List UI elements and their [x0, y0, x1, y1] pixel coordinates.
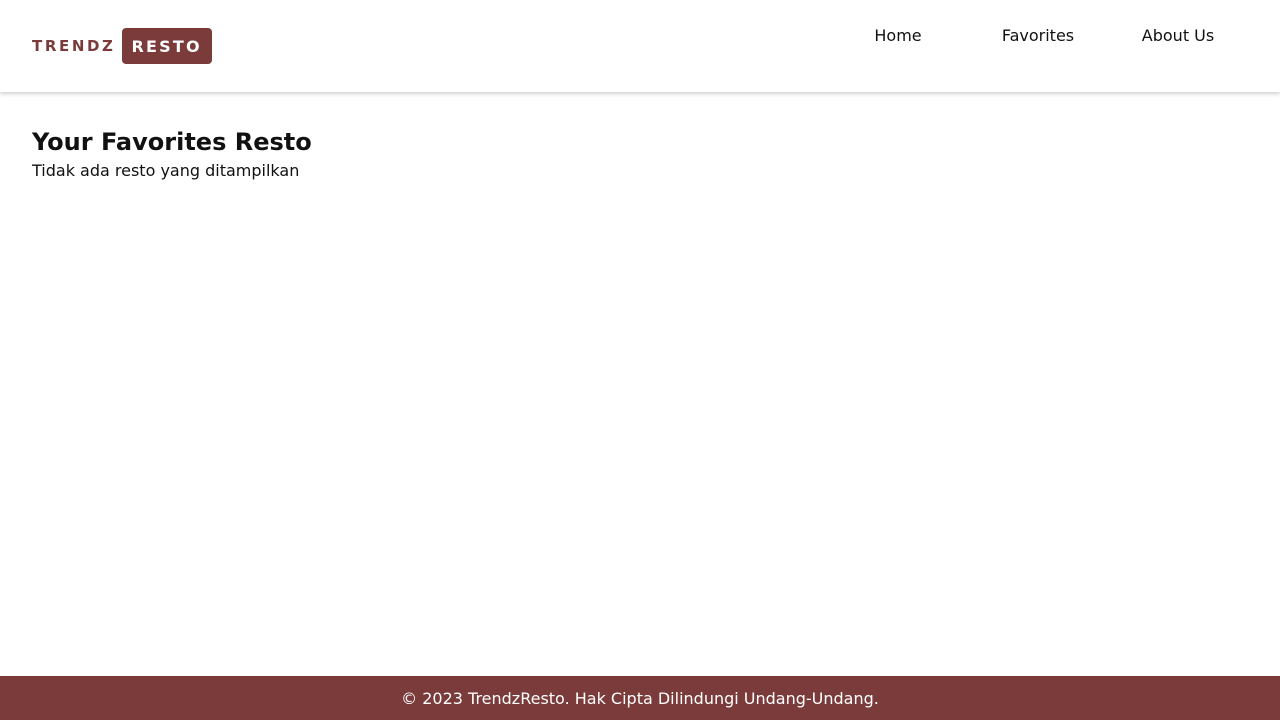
copyright-text: © 2023 TrendzResto. Hak Cipta Dilindungi… — [401, 688, 879, 708]
page-title: Your Favorites Resto — [32, 128, 312, 156]
brand-name-part2: RESTO — [121, 28, 212, 64]
main-navigation: Home Favorites About Us — [828, 24, 1248, 48]
nav-item-home[interactable]: Home — [828, 24, 968, 48]
brand-logo[interactable]: TRENDZ RESTO — [32, 28, 212, 64]
nav-item-favorites[interactable]: Favorites — [968, 24, 1108, 48]
app-bar: TRENDZ RESTO Home Favorites About Us — [0, 0, 1280, 92]
brand-name-part1: TRENDZ — [32, 37, 116, 55]
nav-item-about-us[interactable]: About Us — [1108, 24, 1248, 48]
footer: © 2023 TrendzResto. Hak Cipta Dilindungi… — [0, 676, 1280, 720]
main-content: Your Favorites Resto Tidak ada resto yan… — [32, 126, 312, 182]
empty-state-message: Tidak ada resto yang ditampilkan — [32, 161, 300, 180]
app-root: TRENDZ RESTO Home Favorites About Us You… — [0, 0, 1280, 720]
